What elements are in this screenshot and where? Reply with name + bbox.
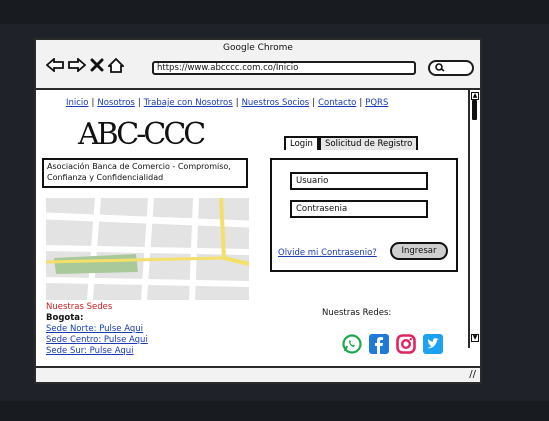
scroll-thumb[interactable] xyxy=(472,100,477,120)
vertical-scrollbar[interactable]: ▲ ▼ xyxy=(468,90,480,348)
nav-link-socios[interactable]: Nuestros Socios xyxy=(242,98,310,108)
login-panel: Usuario Contrasenia Olvide mi Contraseni… xyxy=(270,158,458,272)
address-url: https://www.abcccc.com.co/Inicio xyxy=(157,63,299,73)
search-icon xyxy=(435,62,445,76)
home-icon[interactable] xyxy=(108,57,124,73)
whatsapp-icon[interactable] xyxy=(342,334,362,354)
tab-login[interactable]: Login xyxy=(284,136,319,150)
sede-centro-link[interactable]: Sede Centro: Pulse Aqui xyxy=(46,335,148,346)
nav-link-contacto[interactable]: Contacto xyxy=(318,98,356,108)
sedes-section: Nuestras Sedes Bogota: Sede Norte: Pulse… xyxy=(46,302,148,357)
facebook-icon[interactable] xyxy=(369,334,389,354)
site-logo: ABC-CCC xyxy=(78,117,206,152)
browser-titlebar: Google Chrome https://www.abcccc.com.co/… xyxy=(36,40,480,90)
sedes-city: Bogota: xyxy=(46,313,84,323)
sede-norte-link[interactable]: Sede Norte: Pulse Aqui xyxy=(46,324,148,335)
back-arrow-icon[interactable] xyxy=(46,58,64,72)
scroll-down-icon[interactable]: ▼ xyxy=(471,334,479,342)
browser-window: Google Chrome https://www.abcccc.com.co/… xyxy=(34,38,482,384)
social-label: Nuestras Redes: xyxy=(322,308,392,318)
nav-link-trabaje[interactable]: Trabaje con Nosotros xyxy=(144,98,233,108)
scroll-up-icon[interactable]: ▲ xyxy=(471,92,479,100)
username-field[interactable]: Usuario xyxy=(290,172,428,190)
nav-controls xyxy=(46,54,124,76)
forward-arrow-icon[interactable] xyxy=(68,58,86,72)
window-title: Google Chrome xyxy=(223,43,293,53)
nav-link-inicio[interactable]: Inicio xyxy=(66,98,89,108)
twitter-icon[interactable] xyxy=(423,334,443,354)
sedes-title: Nuestras Sedes xyxy=(46,302,113,312)
password-field[interactable]: Contrasenia xyxy=(290,200,428,218)
nav-link-pqrs[interactable]: PQRS xyxy=(365,98,388,108)
close-x-icon[interactable] xyxy=(90,58,104,72)
forgot-password-link[interactable]: Olvide mi Contrasenio? xyxy=(278,248,377,258)
social-icons xyxy=(342,334,443,354)
browser-search-box[interactable] xyxy=(428,60,474,76)
bottom-dark-band xyxy=(0,401,549,421)
sede-sur-link[interactable]: Sede Sur: Pulse Aqui xyxy=(46,346,148,357)
browser-statusbar: // xyxy=(36,366,480,382)
instagram-icon[interactable] xyxy=(396,334,416,354)
resize-grip-icon[interactable]: // xyxy=(469,368,476,382)
tab-solicitud-registro[interactable]: Solicitud de Registro xyxy=(319,136,419,150)
nav-link-nosotros[interactable]: Nosotros xyxy=(97,98,134,108)
site-navigation: Inicio | Nosotros | Trabaje con Nosotros | Nue… xyxy=(66,98,389,108)
ingresar-button[interactable]: Ingresar xyxy=(390,242,448,260)
page-viewport: Inicio | Nosotros | Trabaje con Nosotros | Nue… xyxy=(36,90,468,366)
tagline-box: Asociación Banca de Comercio - Compromis… xyxy=(42,158,248,188)
address-bar[interactable]: https://www.abcccc.com.co/Inicio xyxy=(152,61,416,75)
top-dark-band xyxy=(0,0,549,24)
location-map[interactable] xyxy=(46,198,249,300)
